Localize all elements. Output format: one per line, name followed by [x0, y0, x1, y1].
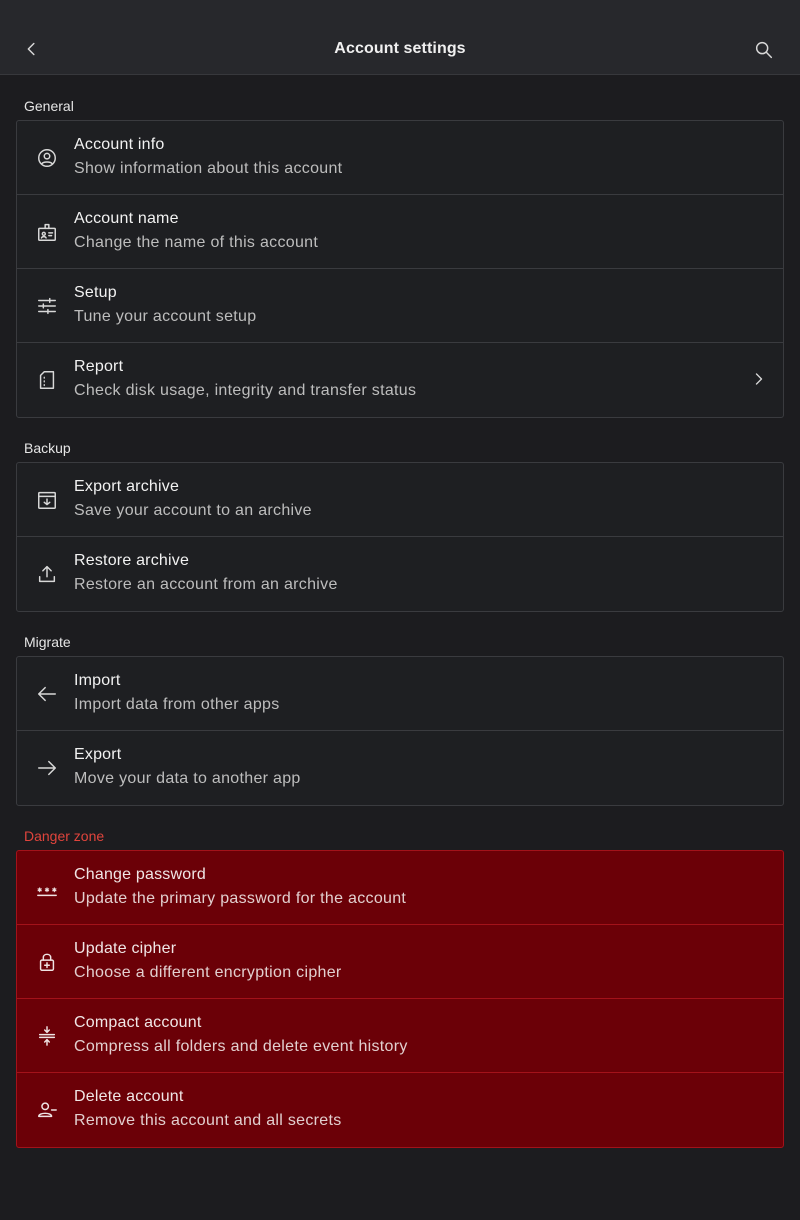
- item-subtitle: Save your account to an archive: [74, 502, 312, 519]
- item-subtitle: Change the name of this account: [74, 234, 319, 251]
- general-group: Account info Show information about this…: [16, 120, 784, 418]
- change-password-item[interactable]: Change password Update the primary passw…: [17, 851, 783, 924]
- setup-item[interactable]: Setup Tune your account setup: [17, 268, 783, 342]
- item-title: Export archive: [74, 478, 180, 495]
- restore-archive-item[interactable]: Restore archive Restore an account from …: [17, 536, 783, 610]
- arrow-right-icon: [35, 756, 59, 780]
- report-item[interactable]: Report Check disk usage, integrity and t…: [17, 342, 783, 416]
- compact-account-item[interactable]: Compact account Compress all folders and…: [17, 998, 783, 1072]
- item-title: Account info: [74, 136, 165, 153]
- item-subtitle: Import data from other apps: [74, 696, 280, 713]
- item-subtitle: Update the primary password for the acco…: [74, 890, 407, 907]
- delete-account-item[interactable]: Delete account Remove this account and a…: [17, 1072, 783, 1146]
- migrate-group: Import Import data from other apps Expor…: [16, 656, 784, 806]
- export-item[interactable]: Export Move your data to another app: [17, 730, 783, 804]
- badge-icon: [35, 220, 59, 244]
- item-title: Report: [74, 358, 124, 375]
- item-title: Change password: [74, 866, 206, 883]
- lock-plus-icon: [35, 950, 59, 974]
- archive-download-icon: [35, 488, 59, 512]
- item-subtitle: Remove this account and all secrets: [74, 1112, 342, 1129]
- item-title: Account name: [74, 210, 179, 227]
- section-label-danger: Danger zone: [24, 828, 105, 844]
- account-name-item[interactable]: Account name Change the name of this acc…: [17, 194, 783, 268]
- item-title: Import: [74, 672, 121, 689]
- person-remove-icon: [35, 1098, 59, 1122]
- page-title: Account settings: [334, 40, 466, 57]
- section-label-migrate: Migrate: [24, 634, 71, 650]
- app-bar: Account settings: [0, 0, 800, 75]
- item-title: Update cipher: [74, 940, 177, 957]
- item-subtitle: Move your data to another app: [74, 770, 301, 787]
- compress-icon: [35, 1024, 59, 1048]
- item-subtitle: Choose a different encryption cipher: [74, 964, 342, 981]
- danger-group: Change password Update the primary passw…: [16, 850, 784, 1148]
- import-item[interactable]: Import Import data from other apps: [17, 657, 783, 730]
- item-title: Compact account: [74, 1014, 202, 1031]
- account-circle-icon: [35, 146, 59, 170]
- item-subtitle: Show information about this account: [74, 160, 343, 177]
- item-subtitle: Check disk usage, integrity and transfer…: [74, 382, 417, 399]
- item-title: Setup: [74, 284, 117, 301]
- item-subtitle: Tune your account setup: [74, 308, 257, 325]
- arrow-left-icon: [35, 682, 59, 706]
- sliders-icon: [35, 294, 59, 318]
- search-icon: [755, 41, 773, 59]
- item-subtitle: Restore an account from an archive: [74, 576, 338, 593]
- backup-group: Export archive Save your account to an a…: [16, 462, 784, 612]
- sd-card-icon: [35, 368, 59, 392]
- update-cipher-item[interactable]: Update cipher Choose a different encrypt…: [17, 924, 783, 998]
- item-subtitle: Compress all folders and delete event hi…: [74, 1038, 408, 1055]
- item-title: Delete account: [74, 1088, 184, 1105]
- account-info-item[interactable]: Account info Show information about this…: [17, 121, 783, 194]
- password-dots-icon: [35, 876, 59, 900]
- section-label-backup: Backup: [24, 440, 71, 456]
- search-button[interactable]: [750, 36, 778, 64]
- upload-icon: [35, 562, 59, 586]
- item-title: Restore archive: [74, 552, 190, 569]
- export-archive-item[interactable]: Export archive Save your account to an a…: [17, 463, 783, 536]
- chevron-right-icon: [749, 369, 769, 389]
- section-label-general: General: [24, 98, 74, 114]
- item-title: Export: [74, 746, 122, 763]
